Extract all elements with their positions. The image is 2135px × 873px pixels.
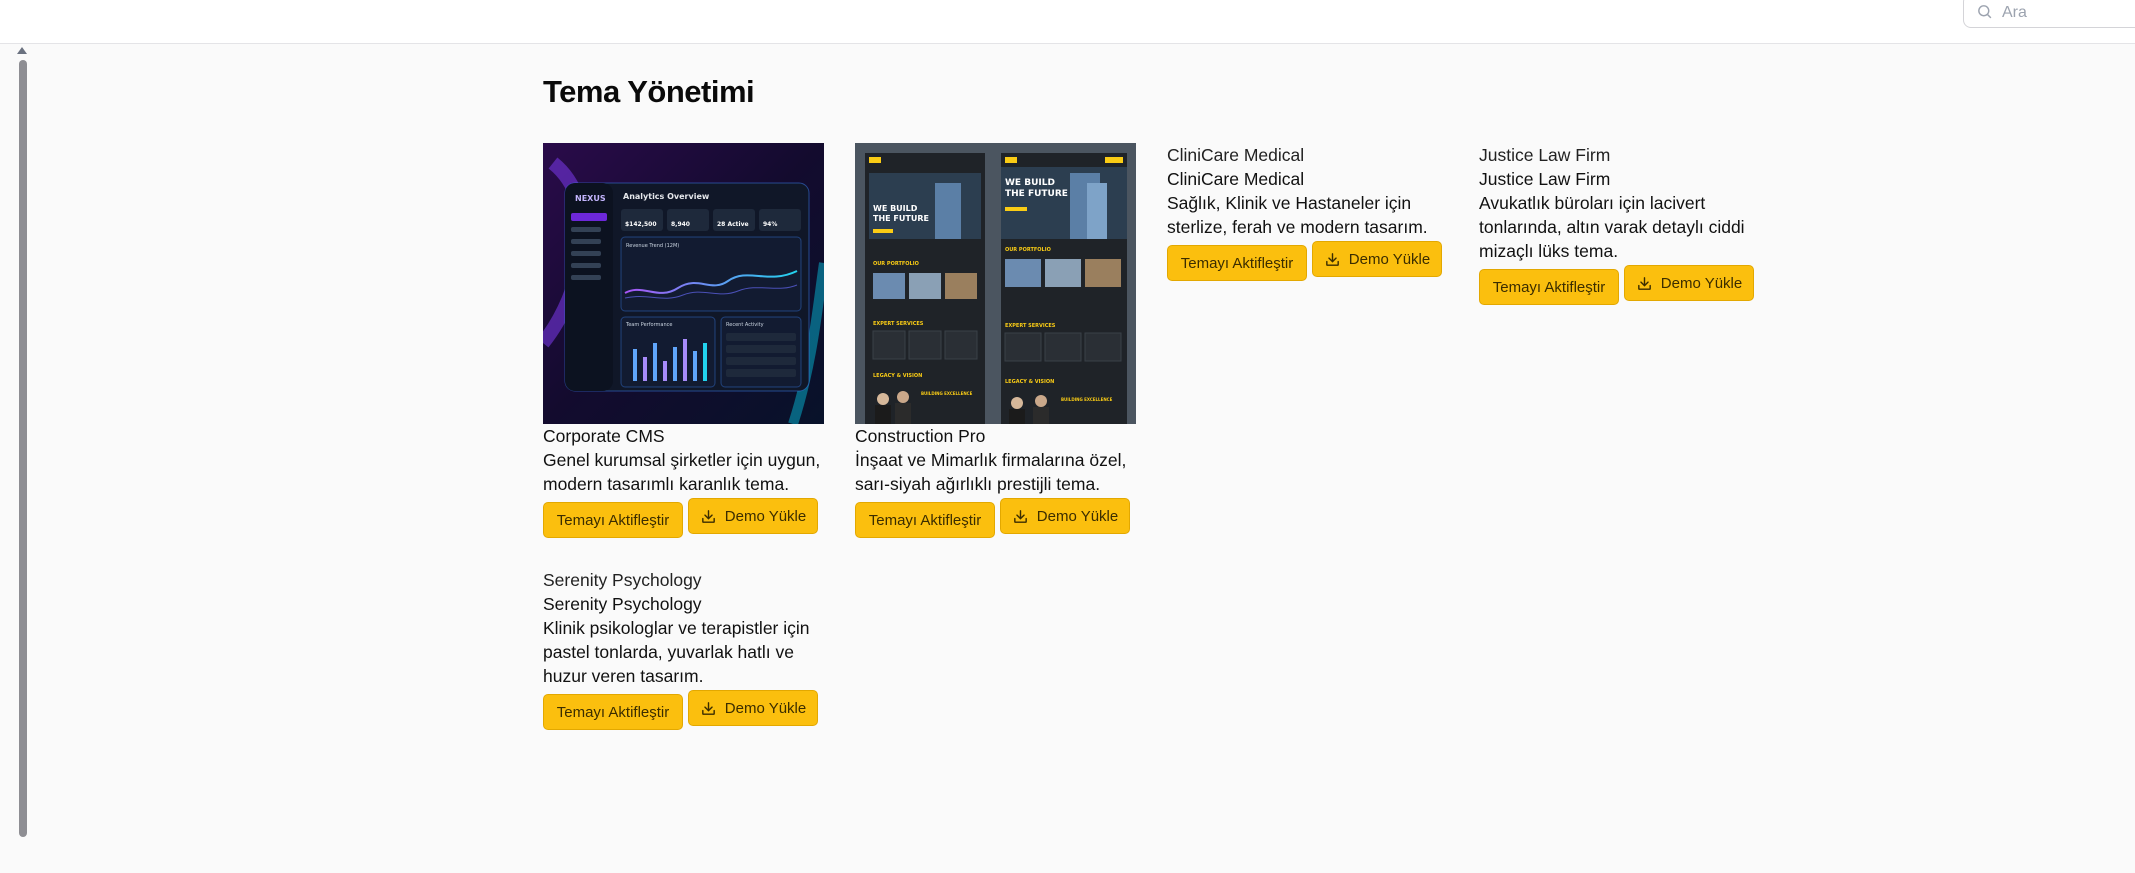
preview-hero-line-1: WE BUILD xyxy=(873,204,918,213)
theme-description-line: modern tasarımlı karanlık tema. xyxy=(543,474,790,494)
activate-theme-button[interactable]: Temayı Aktifleştir xyxy=(543,694,683,730)
image-alt-text: Serenity Psychology xyxy=(543,570,702,590)
theme-preview-image[interactable]: NEXUS Analytics Overview $142,500 8,940 … xyxy=(543,143,824,424)
activate-theme-button[interactable]: Temayı Aktifleştir xyxy=(855,502,995,538)
preview-stat-3: 28 Active xyxy=(717,221,749,228)
theme-description: Avukatlık büroları için lacivert tonları… xyxy=(1479,191,1761,263)
preview-legacy: LEGACY & VISION xyxy=(873,373,922,379)
theme-description-line: sterlize, ferah ve modern tasarım. xyxy=(1167,217,1428,237)
theme-description-line: Genel kurumsal şirketler için uygun, xyxy=(543,450,821,470)
theme-description: Klinik psikologlar ve terapistler için p… xyxy=(543,616,825,688)
broken-image-alt[interactable]: Serenity Psychology xyxy=(543,568,825,592)
theme-description-line: tonlarında, altın varak detaylı ciddi xyxy=(1479,217,1745,237)
broken-image-alt[interactable]: CliniCare Medical xyxy=(1167,143,1449,167)
load-demo-button[interactable]: Demo Yükle xyxy=(1312,241,1442,277)
page-title: Tema Yönetimi xyxy=(543,74,755,109)
preview-stat-1: $142,500 xyxy=(625,221,657,228)
activate-theme-button[interactable]: Temayı Aktifleştir xyxy=(1479,269,1619,305)
preview-heading: Analytics Overview xyxy=(623,192,710,201)
theme-name: Corporate CMS xyxy=(543,426,665,446)
load-demo-button[interactable]: Demo Yükle xyxy=(1624,265,1754,301)
theme-actions: Temayı Aktifleştir Demo Yükle xyxy=(1479,265,1761,305)
load-demo-button[interactable]: Demo Yükle xyxy=(1000,498,1130,534)
activate-theme-button[interactable]: Temayı Aktifleştir xyxy=(543,502,683,538)
theme-description-line: mizaçlı lüks tema. xyxy=(1479,241,1619,261)
download-icon xyxy=(701,509,715,523)
theme-card-justice-law-firm: Justice Law Firm Justice Law Firm Avukat… xyxy=(1479,143,1761,305)
load-demo-label: Demo Yükle xyxy=(1348,250,1431,268)
image-alt-text: CliniCare Medical xyxy=(1167,145,1305,165)
theme-description-line: İnşaat ve Mimarlık firmalarına özel, xyxy=(855,450,1127,470)
theme-actions: Temayı Aktifleştir Demo Yükle xyxy=(543,498,825,538)
theme-name: Construction Pro xyxy=(855,426,986,446)
theme-description-line: Sağlık, Klinik ve Hastaneler için xyxy=(1167,193,1412,213)
download-icon xyxy=(1325,252,1339,266)
theme-card-serenity-psychology: Serenity Psychology Serenity Psychology … xyxy=(543,568,825,730)
broken-image-alt[interactable]: Justice Law Firm xyxy=(1479,143,1761,167)
theme-description: İnşaat ve Mimarlık firmalarına özel, sar… xyxy=(855,448,1137,496)
preview-legacy-b: LEGACY & VISION xyxy=(1005,379,1054,385)
preview-stat-2: 8,940 xyxy=(671,221,690,228)
preview-bar-label: Team Performance xyxy=(625,322,673,328)
theme-preview-image[interactable]: WE BUILD THE FUTURE WE BUILD THE FUTURE … xyxy=(855,143,1136,424)
theme-actions: Temayı Aktifleştir Demo Yükle xyxy=(855,498,1137,538)
search-box[interactable] xyxy=(1963,0,2135,28)
theme-name: CliniCare Medical xyxy=(1167,169,1305,189)
preview-excellence-b: BUILDING EXCELLENCE xyxy=(1061,397,1113,402)
preview-hero-line-1b: WE BUILD xyxy=(1005,178,1055,188)
theme-description-line: huzur veren tasarım. xyxy=(543,666,704,686)
top-bar xyxy=(0,0,2135,44)
theme-card-clinicare-medical: CliniCare Medical CliniCare Medical Sağl… xyxy=(1167,143,1449,281)
theme-description-line: Avukatlık büroları için lacivert xyxy=(1479,193,1706,213)
preview-activity-label: Recent Activity xyxy=(726,322,764,328)
preview-chart-label: Revenue Trend (12M) xyxy=(626,243,679,249)
theme-card-corporate-cms: NEXUS Analytics Overview $142,500 8,940 … xyxy=(543,143,825,538)
theme-description: Genel kurumsal şirketler için uygun, mod… xyxy=(543,448,825,496)
load-demo-label: Demo Yükle xyxy=(1660,274,1743,292)
theme-description-line: sarı-siyah ağırlıklı prestijli tema. xyxy=(855,474,1101,494)
preview-brand: NEXUS xyxy=(575,194,606,203)
theme-description-line: pastel tonlarda, yuvarlak hatlı ve xyxy=(543,642,794,662)
theme-description-line: Klinik psikologlar ve terapistler için xyxy=(543,618,810,638)
preview-excellence: BUILDING EXCELLENCE xyxy=(921,391,973,396)
search-input[interactable] xyxy=(2002,0,2135,22)
preview-hero-line-2: THE FUTURE xyxy=(873,214,929,223)
image-alt-text: Justice Law Firm xyxy=(1479,145,1611,165)
theme-name: Justice Law Firm xyxy=(1479,169,1611,189)
download-icon xyxy=(701,701,715,715)
preview-stat-4: 94% xyxy=(763,221,777,228)
load-demo-label: Demo Yükle xyxy=(724,507,807,525)
activate-theme-button[interactable]: Temayı Aktifleştir xyxy=(1167,245,1307,281)
download-icon xyxy=(1013,509,1027,523)
search-icon xyxy=(1978,4,1992,18)
scrollbar-thumb[interactable] xyxy=(19,60,27,837)
theme-description: Sağlık, Klinik ve Hastaneler için sterli… xyxy=(1167,191,1449,239)
preview-hero-line-2b: THE FUTURE xyxy=(1005,189,1068,199)
load-demo-label: Demo Yükle xyxy=(1036,507,1119,525)
theme-actions: Temayı Aktifleştir Demo Yükle xyxy=(543,690,825,730)
preview-services: EXPERT SERVICES xyxy=(873,321,924,327)
preview-portfolio-b: OUR PORTFOLIO xyxy=(1005,247,1051,253)
preview-portfolio: OUR PORTFOLIO xyxy=(873,261,919,267)
theme-name: Serenity Psychology xyxy=(543,594,702,614)
load-demo-button[interactable]: Demo Yükle xyxy=(688,498,818,534)
theme-actions: Temayı Aktifleştir Demo Yükle xyxy=(1167,241,1449,281)
load-demo-label: Demo Yükle xyxy=(724,699,807,717)
load-demo-button[interactable]: Demo Yükle xyxy=(688,690,818,726)
theme-card-construction-pro: WE BUILD THE FUTURE WE BUILD THE FUTURE … xyxy=(855,143,1137,538)
preview-services-b: EXPERT SERVICES xyxy=(1005,323,1056,329)
download-icon xyxy=(1637,276,1651,290)
scroll-up-arrow-icon[interactable] xyxy=(17,47,27,54)
